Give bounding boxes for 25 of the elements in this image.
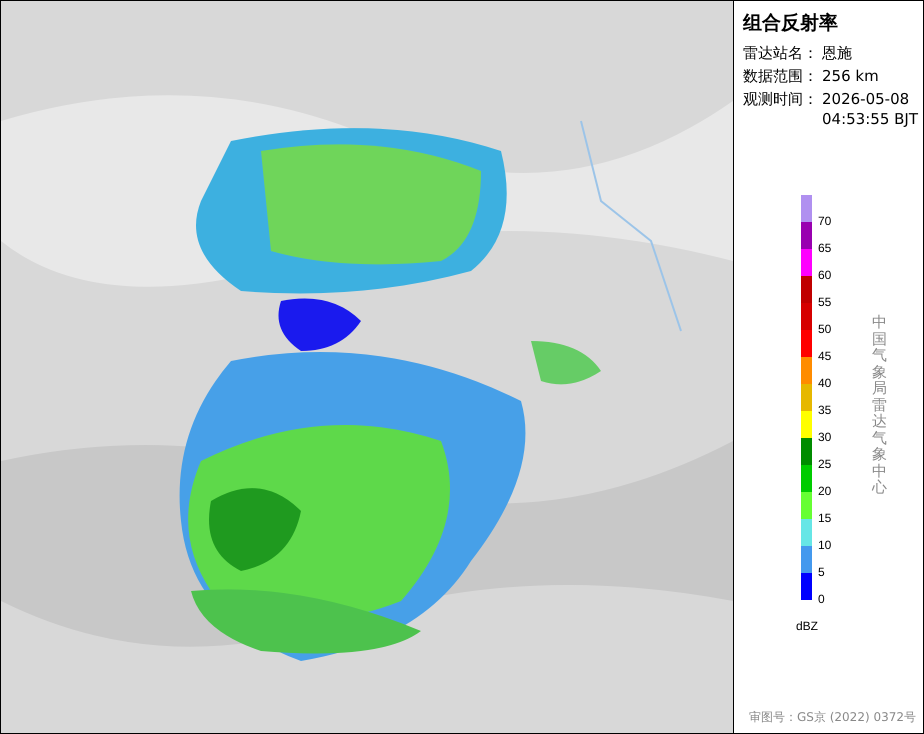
legend-label: 0	[818, 592, 825, 606]
unit-label: dBZ	[796, 618, 818, 634]
legend-label: 55	[818, 295, 832, 309]
field-label: 数据范围：	[743, 66, 819, 86]
legend-label: 25	[818, 457, 832, 471]
legend-label: 70	[818, 214, 832, 228]
field-value: 2026-05-08 04:53:55 BJT	[822, 89, 920, 129]
field-value: 256 km	[822, 66, 880, 86]
field-label: 雷达站名：	[743, 43, 819, 63]
legend-label: 40	[818, 376, 832, 390]
field-label: 观测时间：	[743, 89, 819, 110]
panel-title: 组合反射率	[743, 11, 839, 36]
legend-label: 10	[818, 538, 832, 552]
legend-label: 60	[818, 268, 832, 282]
legend-label: 5	[818, 565, 825, 579]
field-value: 恩施	[822, 43, 853, 63]
approval-number: 审图号：GS京 (2022) 0372号	[749, 709, 916, 725]
legend-label: 45	[818, 349, 832, 363]
legend-label: 30	[818, 430, 832, 444]
legend-label: 65	[818, 241, 832, 255]
legend-label: 35	[818, 403, 832, 417]
legend-label: 20	[818, 484, 832, 498]
credit-text: 中国气象局雷达气象中心	[872, 314, 887, 496]
legend-label: 50	[818, 322, 832, 336]
legend-label: 15	[818, 511, 832, 525]
